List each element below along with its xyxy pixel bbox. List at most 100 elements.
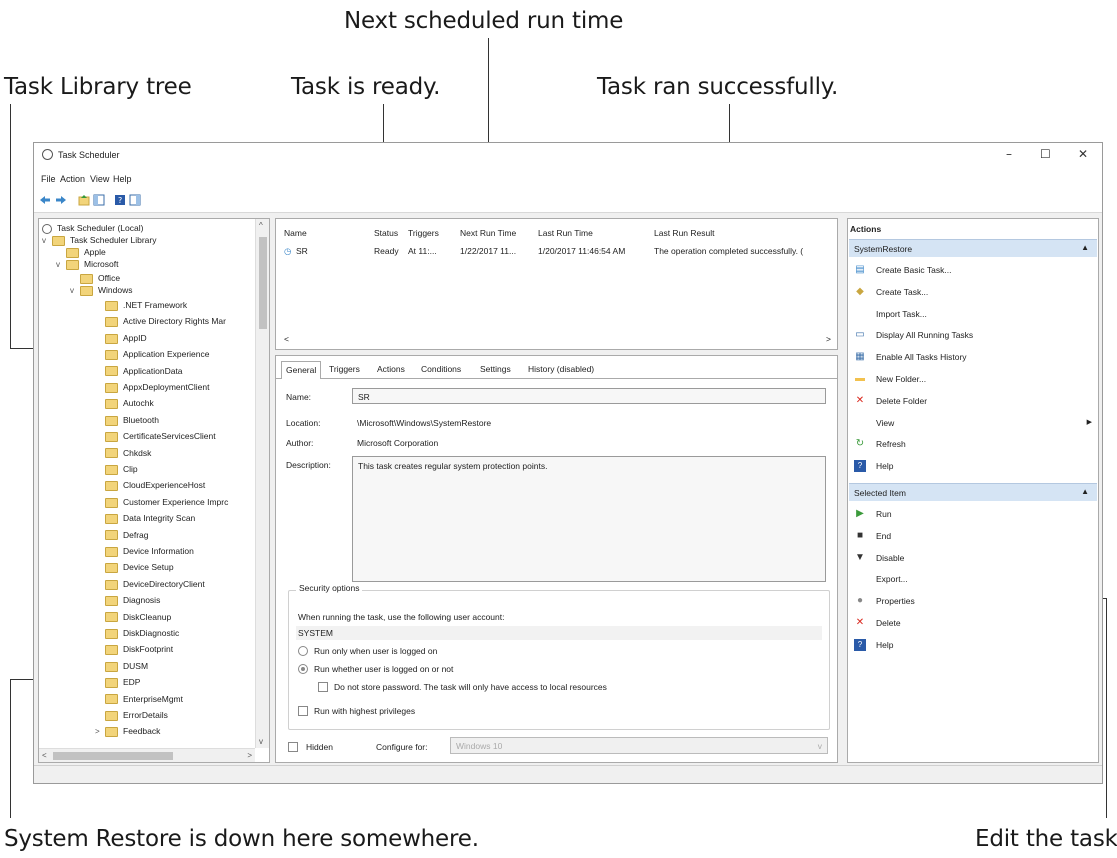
col-header-triggers[interactable]: Triggers — [408, 228, 439, 238]
action-disable[interactable]: ▼ Disable — [854, 549, 1094, 567]
action-enable-all-tasks-history[interactable]: ▦ Enable All Tasks History — [854, 348, 1094, 366]
menu-view[interactable]: View — [90, 174, 109, 184]
run-logged-on-radio[interactable] — [298, 646, 308, 656]
tree-item[interactable]: EnterpriseMgmt — [105, 692, 183, 708]
run-logged-on-label[interactable]: Run only when user is logged on — [314, 646, 437, 656]
tab-settings[interactable]: Settings — [476, 361, 515, 379]
tab-actions[interactable]: Actions — [373, 361, 409, 379]
name-field[interactable]: SR — [352, 388, 826, 404]
section-systemrestore[interactable]: SystemRestore ▲ — [849, 239, 1097, 257]
col-header-name[interactable]: Name — [284, 228, 307, 238]
action-help[interactable]: ? Help — [854, 457, 1094, 475]
run-whether-radio[interactable] — [298, 664, 308, 674]
col-header-result[interactable]: Last Run Result — [654, 228, 714, 238]
tree-item[interactable]: Customer Experience Imprc — [105, 495, 228, 511]
chevron-right-icon[interactable]: > — [95, 725, 105, 739]
tree-item[interactable]: CertificateServicesClient — [105, 429, 216, 445]
tree-vertical-scrollbar[interactable]: ^ v — [255, 219, 269, 748]
section-selected-item[interactable]: Selected Item ▲ — [849, 483, 1097, 501]
help-book-icon[interactable]: ? — [114, 194, 126, 206]
hidden-label[interactable]: Hidden — [306, 742, 333, 752]
up-folder-icon[interactable] — [78, 194, 90, 206]
tree-item-windows[interactable]: v Windows — [70, 283, 132, 299]
run-whether-label[interactable]: Run whether user is logged on or not — [314, 664, 453, 674]
col-header-last-run[interactable]: Last Run Time — [538, 228, 593, 238]
tree-item[interactable]: AppxDeploymentClient — [105, 380, 209, 396]
hidden-checkbox[interactable] — [288, 742, 298, 752]
action-export[interactable]: Export... — [854, 570, 1094, 588]
tree-item[interactable]: Data Integrity Scan — [105, 511, 195, 527]
tree-item[interactable]: DiskCleanup — [105, 610, 171, 626]
action-run[interactable]: ▶ Run — [854, 505, 1094, 523]
scroll-down-icon[interactable]: v — [259, 737, 263, 746]
col-header-next-run[interactable]: Next Run Time — [460, 228, 516, 238]
tree-item[interactable]: EDP — [105, 675, 140, 691]
maximize-button[interactable]: ☐ — [1040, 147, 1051, 161]
tab-general[interactable]: General — [281, 361, 322, 379]
tree-item[interactable]: Autochk — [105, 396, 154, 412]
action-new-folder[interactable]: ▬ New Folder... — [854, 370, 1094, 388]
collapse-icon[interactable]: ▲ — [1081, 487, 1089, 496]
show-action-pane-icon[interactable] — [129, 194, 141, 206]
tree-item[interactable]: Device Setup — [105, 560, 174, 576]
action-create-task[interactable]: ◆ Create Task... — [854, 283, 1094, 301]
collapse-icon[interactable]: ▲ — [1081, 243, 1089, 252]
chevron-down-icon[interactable]: v — [42, 234, 52, 248]
tree-item[interactable]: .NET Framework — [105, 298, 187, 314]
chevron-down-icon[interactable]: v — [56, 258, 66, 272]
action-delete[interactable]: ✕ Delete — [854, 614, 1094, 632]
tree-item[interactable]: Device Information — [105, 544, 194, 560]
menu-file[interactable]: File — [41, 174, 56, 184]
highest-privileges-checkbox[interactable] — [298, 706, 308, 716]
highest-privileges-label[interactable]: Run with highest privileges — [314, 706, 415, 716]
tree-item[interactable]: Application Experience — [105, 347, 209, 363]
tree-item[interactable]: AppID — [105, 331, 147, 347]
forward-arrow-icon[interactable] — [55, 194, 67, 206]
tab-conditions[interactable]: Conditions — [417, 361, 465, 379]
chevron-down-icon[interactable]: v — [70, 284, 80, 298]
action-delete-folder[interactable]: ✕ Delete Folder — [854, 392, 1094, 410]
tree-horizontal-scrollbar[interactable]: < > — [39, 748, 255, 762]
scroll-thumb[interactable] — [259, 237, 267, 329]
tree-item[interactable]: CloudExperienceHost — [105, 478, 205, 494]
minimize-button[interactable]: – — [1006, 147, 1012, 161]
tree-item[interactable]: Diagnosis — [105, 593, 160, 609]
tab-triggers[interactable]: Triggers — [325, 361, 364, 379]
configure-for-select[interactable]: Windows 10 v — [450, 737, 828, 754]
list-scroll-right[interactable]: > — [826, 334, 831, 344]
tree-item[interactable]: Clip — [105, 462, 138, 478]
menu-action[interactable]: Action — [60, 174, 85, 184]
tree-item[interactable]: Bluetooth — [105, 413, 159, 429]
scroll-up-icon[interactable]: ^ — [259, 221, 263, 230]
tree-item[interactable]: DeviceDirectoryClient — [105, 577, 205, 593]
tree-item[interactable]: Defrag — [105, 528, 149, 544]
action-create-basic-task[interactable]: ▤ Create Basic Task... — [854, 261, 1094, 279]
back-arrow-icon[interactable] — [39, 194, 51, 206]
tree-item[interactable]: ApplicationData — [105, 364, 183, 380]
tree-item[interactable]: Chkdsk — [105, 446, 151, 462]
no-store-password-label[interactable]: Do not store password. The task will onl… — [334, 682, 607, 692]
scroll-thumb[interactable] — [53, 752, 173, 760]
scroll-left-icon[interactable]: < — [42, 751, 47, 760]
tree-item[interactable]: Active Directory Rights Mar — [105, 314, 226, 330]
action-refresh[interactable]: ↻ Refresh — [854, 435, 1094, 453]
tree-item-expander[interactable]: > — [95, 724, 105, 740]
tree-item[interactable]: DiskDiagnostic — [105, 626, 179, 642]
action-import-task[interactable]: Import Task... — [854, 305, 1094, 323]
menu-help[interactable]: Help — [113, 174, 132, 184]
tree-item[interactable]: DUSM — [105, 659, 148, 675]
list-scroll-left[interactable]: < — [284, 334, 289, 344]
tab-history[interactable]: History (disabled) — [524, 361, 598, 379]
col-header-status[interactable]: Status — [374, 228, 398, 238]
description-field[interactable]: This task creates regular system protect… — [352, 456, 826, 582]
tree-item[interactable]: ErrorDetails — [105, 708, 168, 724]
action-display-all-running-tasks[interactable]: ▭ Display All Running Tasks — [854, 326, 1094, 344]
action-properties[interactable]: ● Properties — [854, 592, 1094, 610]
tree-item[interactable]: Feedback — [105, 724, 160, 740]
no-store-password-checkbox[interactable] — [318, 682, 328, 692]
close-button[interactable]: ✕ — [1078, 147, 1088, 161]
action-help[interactable]: ? Help — [854, 636, 1094, 654]
tree-item[interactable]: DiskFootprint — [105, 642, 173, 658]
scroll-right-icon[interactable]: > — [247, 751, 252, 760]
show-hide-tree-icon[interactable] — [93, 194, 105, 206]
